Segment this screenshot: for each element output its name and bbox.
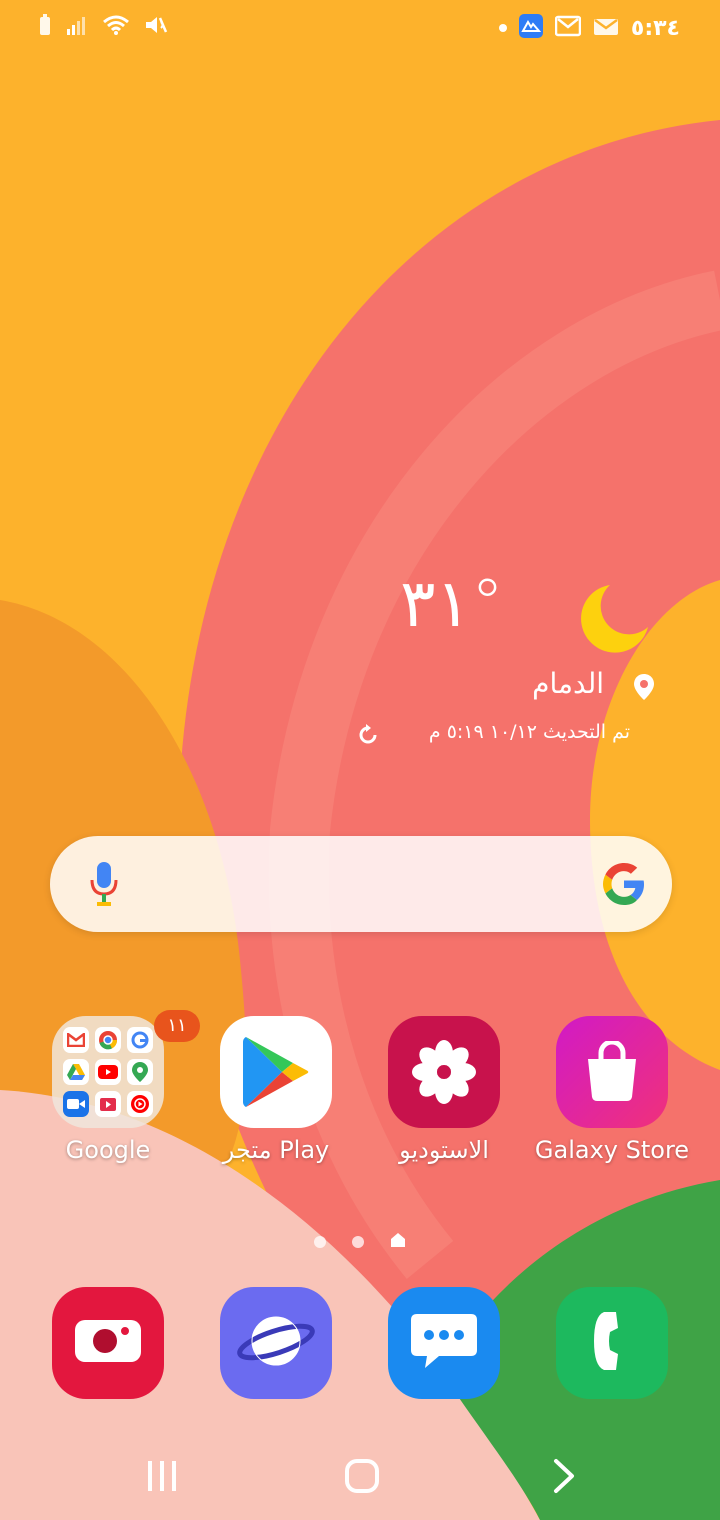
youtube-music-mini-icon <box>127 1091 153 1117</box>
recents-icon <box>146 1459 178 1497</box>
play-store-icon <box>220 1016 332 1128</box>
weather-updated-time: تم التحديث ١٠/١٢ ٥:١٩ م <box>428 721 630 743</box>
google-mini-icon <box>127 1027 153 1053</box>
camera-icon <box>73 1316 143 1370</box>
dock-internet[interactable] <box>220 1287 332 1399</box>
page-indicator[interactable] <box>0 1232 720 1252</box>
wifi-icon <box>102 14 130 40</box>
gallery-flower-icon <box>388 1016 500 1128</box>
moon-icon <box>574 579 654 663</box>
app-notification-icon <box>518 14 543 42</box>
google-g-icon <box>600 860 648 912</box>
google-folder-icon <box>52 1016 164 1128</box>
dock-phone[interactable] <box>556 1287 668 1399</box>
weather-widget[interactable]: ٣١° الدمام تم التحديث ١٠/١٢ ٥:١٩ م <box>354 565 654 755</box>
status-bar: ٥:٣٤ <box>0 0 720 60</box>
recents-button[interactable] <box>132 1454 192 1502</box>
play-movies-mini-icon <box>95 1091 121 1117</box>
app-label: Google <box>65 1136 151 1164</box>
phone-icon <box>592 1310 632 1376</box>
app-play-store[interactable]: متجر Play <box>192 1016 360 1176</box>
drive-mini-icon <box>63 1059 89 1085</box>
navigation-bar <box>0 1430 720 1520</box>
signal-icon <box>66 15 88 39</box>
notification-dot <box>498 24 507 32</box>
location-pin-icon <box>634 674 654 704</box>
duo-mini-icon <box>63 1091 89 1117</box>
refresh-icon[interactable] <box>357 724 379 750</box>
status-time: ٥:٣٤ <box>630 15 680 41</box>
galaxy-store-bag-icon <box>556 1016 668 1128</box>
mute-icon <box>144 14 168 40</box>
mic-icon[interactable] <box>88 860 120 912</box>
home-icon <box>344 1458 380 1498</box>
youtube-mini-icon <box>95 1059 121 1085</box>
app-label: متجر Play <box>222 1136 330 1164</box>
maps-mini-icon <box>127 1059 153 1085</box>
page-dot[interactable] <box>314 1236 326 1248</box>
email-icon <box>593 14 619 42</box>
dock-messages[interactable] <box>388 1287 500 1399</box>
internet-planet-icon <box>236 1306 316 1380</box>
back-icon <box>552 1458 576 1498</box>
google-search-bar[interactable] <box>50 836 672 932</box>
dock-camera[interactable] <box>52 1287 164 1399</box>
messages-icon <box>409 1310 479 1376</box>
home-page-indicator-icon[interactable] <box>390 1232 406 1252</box>
app-gallery[interactable]: الاستوديو <box>360 1016 528 1176</box>
gmail-mini-icon <box>63 1027 89 1053</box>
temperature: ٣١° <box>400 565 504 642</box>
app-galaxy-store[interactable]: Galaxy Store <box>528 1016 696 1176</box>
page-dot[interactable] <box>352 1236 364 1248</box>
app-label: Galaxy Store <box>534 1136 690 1164</box>
back-button[interactable] <box>534 1454 594 1502</box>
home-button[interactable] <box>332 1454 392 1502</box>
weather-city: الدمام <box>532 667 604 700</box>
battery-icon <box>38 14 52 40</box>
gallery-icon <box>554 14 582 42</box>
app-google-folder[interactable]: ١١ Google <box>24 1010 200 1176</box>
chrome-mini-icon <box>95 1027 121 1053</box>
app-label: الاستوديو <box>399 1136 489 1164</box>
